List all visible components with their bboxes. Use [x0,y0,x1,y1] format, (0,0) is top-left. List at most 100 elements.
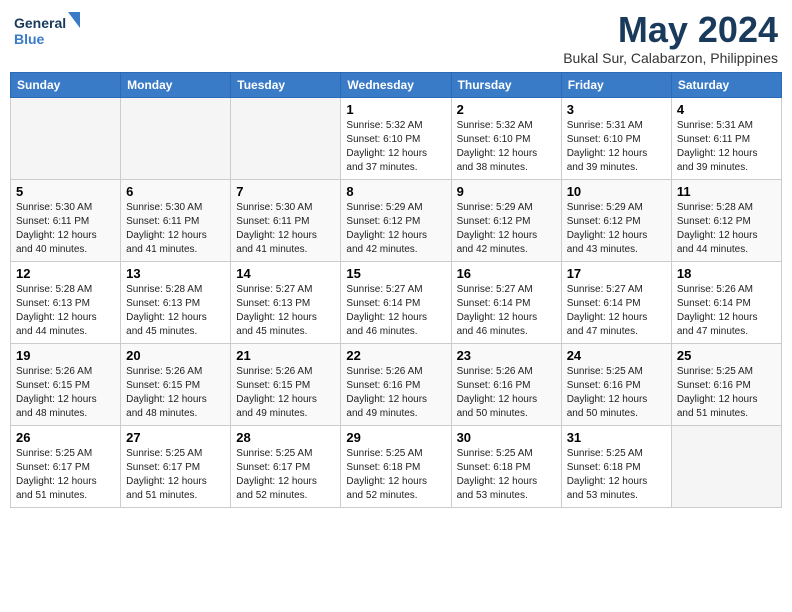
day-detail: Sunrise: 5:25 AMSunset: 6:17 PMDaylight:… [236,448,317,501]
day-number: 28 [236,430,335,445]
location: Bukal Sur, Calabarzon, Philippines [563,50,778,66]
day-number: 30 [457,430,556,445]
day-number: 2 [457,102,556,117]
day-number: 22 [346,348,445,363]
day-detail: Sunrise: 5:26 AMSunset: 6:14 PMDaylight:… [677,284,758,337]
day-number: 14 [236,266,335,281]
day-detail: Sunrise: 5:27 AMSunset: 6:14 PMDaylight:… [567,284,648,337]
day-number: 15 [346,266,445,281]
calendar-cell: 31 Sunrise: 5:25 AMSunset: 6:18 PMDaylig… [561,425,671,507]
day-number: 20 [126,348,225,363]
day-number: 13 [126,266,225,281]
day-number: 4 [677,102,776,117]
logo: General Blue [14,10,84,54]
calendar-cell: 17 Sunrise: 5:27 AMSunset: 6:14 PMDaylig… [561,261,671,343]
calendar-cell [671,425,781,507]
calendar-week-row: 19 Sunrise: 5:26 AMSunset: 6:15 PMDaylig… [11,343,782,425]
calendar-cell: 12 Sunrise: 5:28 AMSunset: 6:13 PMDaylig… [11,261,121,343]
calendar-week-row: 1 Sunrise: 5:32 AMSunset: 6:10 PMDayligh… [11,97,782,179]
calendar-cell: 6 Sunrise: 5:30 AMSunset: 6:11 PMDayligh… [121,179,231,261]
calendar-cell: 13 Sunrise: 5:28 AMSunset: 6:13 PMDaylig… [121,261,231,343]
weekday-header-row: SundayMondayTuesdayWednesdayThursdayFrid… [11,72,782,97]
calendar-cell: 11 Sunrise: 5:28 AMSunset: 6:12 PMDaylig… [671,179,781,261]
day-number: 12 [16,266,115,281]
day-detail: Sunrise: 5:31 AMSunset: 6:10 PMDaylight:… [567,120,648,173]
calendar-cell [121,97,231,179]
calendar-cell: 9 Sunrise: 5:29 AMSunset: 6:12 PMDayligh… [451,179,561,261]
calendar-week-row: 26 Sunrise: 5:25 AMSunset: 6:17 PMDaylig… [11,425,782,507]
calendar-cell: 14 Sunrise: 5:27 AMSunset: 6:13 PMDaylig… [231,261,341,343]
day-detail: Sunrise: 5:31 AMSunset: 6:11 PMDaylight:… [677,120,758,173]
day-detail: Sunrise: 5:25 AMSunset: 6:18 PMDaylight:… [457,448,538,501]
calendar-cell: 15 Sunrise: 5:27 AMSunset: 6:14 PMDaylig… [341,261,451,343]
day-number: 19 [16,348,115,363]
calendar-cell: 30 Sunrise: 5:25 AMSunset: 6:18 PMDaylig… [451,425,561,507]
weekday-header-thursday: Thursday [451,72,561,97]
day-detail: Sunrise: 5:32 AMSunset: 6:10 PMDaylight:… [346,120,427,173]
day-number: 27 [126,430,225,445]
day-number: 17 [567,266,666,281]
day-number: 23 [457,348,556,363]
day-detail: Sunrise: 5:25 AMSunset: 6:16 PMDaylight:… [567,366,648,419]
calendar-cell: 24 Sunrise: 5:25 AMSunset: 6:16 PMDaylig… [561,343,671,425]
day-number: 9 [457,184,556,199]
calendar-table: SundayMondayTuesdayWednesdayThursdayFrid… [10,72,782,508]
day-number: 3 [567,102,666,117]
day-detail: Sunrise: 5:28 AMSunset: 6:13 PMDaylight:… [126,284,207,337]
calendar-cell: 3 Sunrise: 5:31 AMSunset: 6:10 PMDayligh… [561,97,671,179]
day-detail: Sunrise: 5:28 AMSunset: 6:13 PMDaylight:… [16,284,97,337]
logo-icon: General Blue [14,10,84,54]
calendar-week-row: 12 Sunrise: 5:28 AMSunset: 6:13 PMDaylig… [11,261,782,343]
calendar-cell [11,97,121,179]
day-number: 18 [677,266,776,281]
day-number: 5 [16,184,115,199]
day-number: 8 [346,184,445,199]
calendar-cell: 2 Sunrise: 5:32 AMSunset: 6:10 PMDayligh… [451,97,561,179]
day-number: 11 [677,184,776,199]
calendar-cell: 16 Sunrise: 5:27 AMSunset: 6:14 PMDaylig… [451,261,561,343]
day-detail: Sunrise: 5:26 AMSunset: 6:16 PMDaylight:… [457,366,538,419]
day-number: 16 [457,266,556,281]
weekday-header-tuesday: Tuesday [231,72,341,97]
calendar-cell: 10 Sunrise: 5:29 AMSunset: 6:12 PMDaylig… [561,179,671,261]
weekday-header-wednesday: Wednesday [341,72,451,97]
day-detail: Sunrise: 5:25 AMSunset: 6:16 PMDaylight:… [677,366,758,419]
day-number: 25 [677,348,776,363]
calendar-cell: 22 Sunrise: 5:26 AMSunset: 6:16 PMDaylig… [341,343,451,425]
calendar-cell: 19 Sunrise: 5:26 AMSunset: 6:15 PMDaylig… [11,343,121,425]
weekday-header-sunday: Sunday [11,72,121,97]
day-detail: Sunrise: 5:25 AMSunset: 6:17 PMDaylight:… [16,448,97,501]
calendar-cell: 26 Sunrise: 5:25 AMSunset: 6:17 PMDaylig… [11,425,121,507]
page-header: General Blue May 2024 Bukal Sur, Calabar… [10,10,782,66]
day-detail: Sunrise: 5:28 AMSunset: 6:12 PMDaylight:… [677,202,758,255]
day-number: 29 [346,430,445,445]
month-title: May 2024 [563,10,778,50]
calendar-cell: 23 Sunrise: 5:26 AMSunset: 6:16 PMDaylig… [451,343,561,425]
weekday-header-monday: Monday [121,72,231,97]
day-detail: Sunrise: 5:26 AMSunset: 6:15 PMDaylight:… [16,366,97,419]
day-detail: Sunrise: 5:29 AMSunset: 6:12 PMDaylight:… [346,202,427,255]
day-detail: Sunrise: 5:27 AMSunset: 6:14 PMDaylight:… [457,284,538,337]
calendar-cell: 8 Sunrise: 5:29 AMSunset: 6:12 PMDayligh… [341,179,451,261]
day-number: 7 [236,184,335,199]
calendar-cell: 4 Sunrise: 5:31 AMSunset: 6:11 PMDayligh… [671,97,781,179]
svg-text:Blue: Blue [14,31,45,47]
calendar-cell: 25 Sunrise: 5:25 AMSunset: 6:16 PMDaylig… [671,343,781,425]
day-detail: Sunrise: 5:32 AMSunset: 6:10 PMDaylight:… [457,120,538,173]
day-detail: Sunrise: 5:26 AMSunset: 6:16 PMDaylight:… [346,366,427,419]
day-detail: Sunrise: 5:29 AMSunset: 6:12 PMDaylight:… [567,202,648,255]
day-detail: Sunrise: 5:27 AMSunset: 6:13 PMDaylight:… [236,284,317,337]
day-detail: Sunrise: 5:30 AMSunset: 6:11 PMDaylight:… [16,202,97,255]
calendar-cell: 18 Sunrise: 5:26 AMSunset: 6:14 PMDaylig… [671,261,781,343]
title-area: May 2024 Bukal Sur, Calabarzon, Philippi… [563,10,778,66]
day-number: 6 [126,184,225,199]
day-number: 21 [236,348,335,363]
day-number: 26 [16,430,115,445]
calendar-cell: 7 Sunrise: 5:30 AMSunset: 6:11 PMDayligh… [231,179,341,261]
day-detail: Sunrise: 5:30 AMSunset: 6:11 PMDaylight:… [126,202,207,255]
calendar-cell: 1 Sunrise: 5:32 AMSunset: 6:10 PMDayligh… [341,97,451,179]
day-detail: Sunrise: 5:26 AMSunset: 6:15 PMDaylight:… [236,366,317,419]
calendar-cell: 21 Sunrise: 5:26 AMSunset: 6:15 PMDaylig… [231,343,341,425]
calendar-cell: 5 Sunrise: 5:30 AMSunset: 6:11 PMDayligh… [11,179,121,261]
calendar-cell: 29 Sunrise: 5:25 AMSunset: 6:18 PMDaylig… [341,425,451,507]
